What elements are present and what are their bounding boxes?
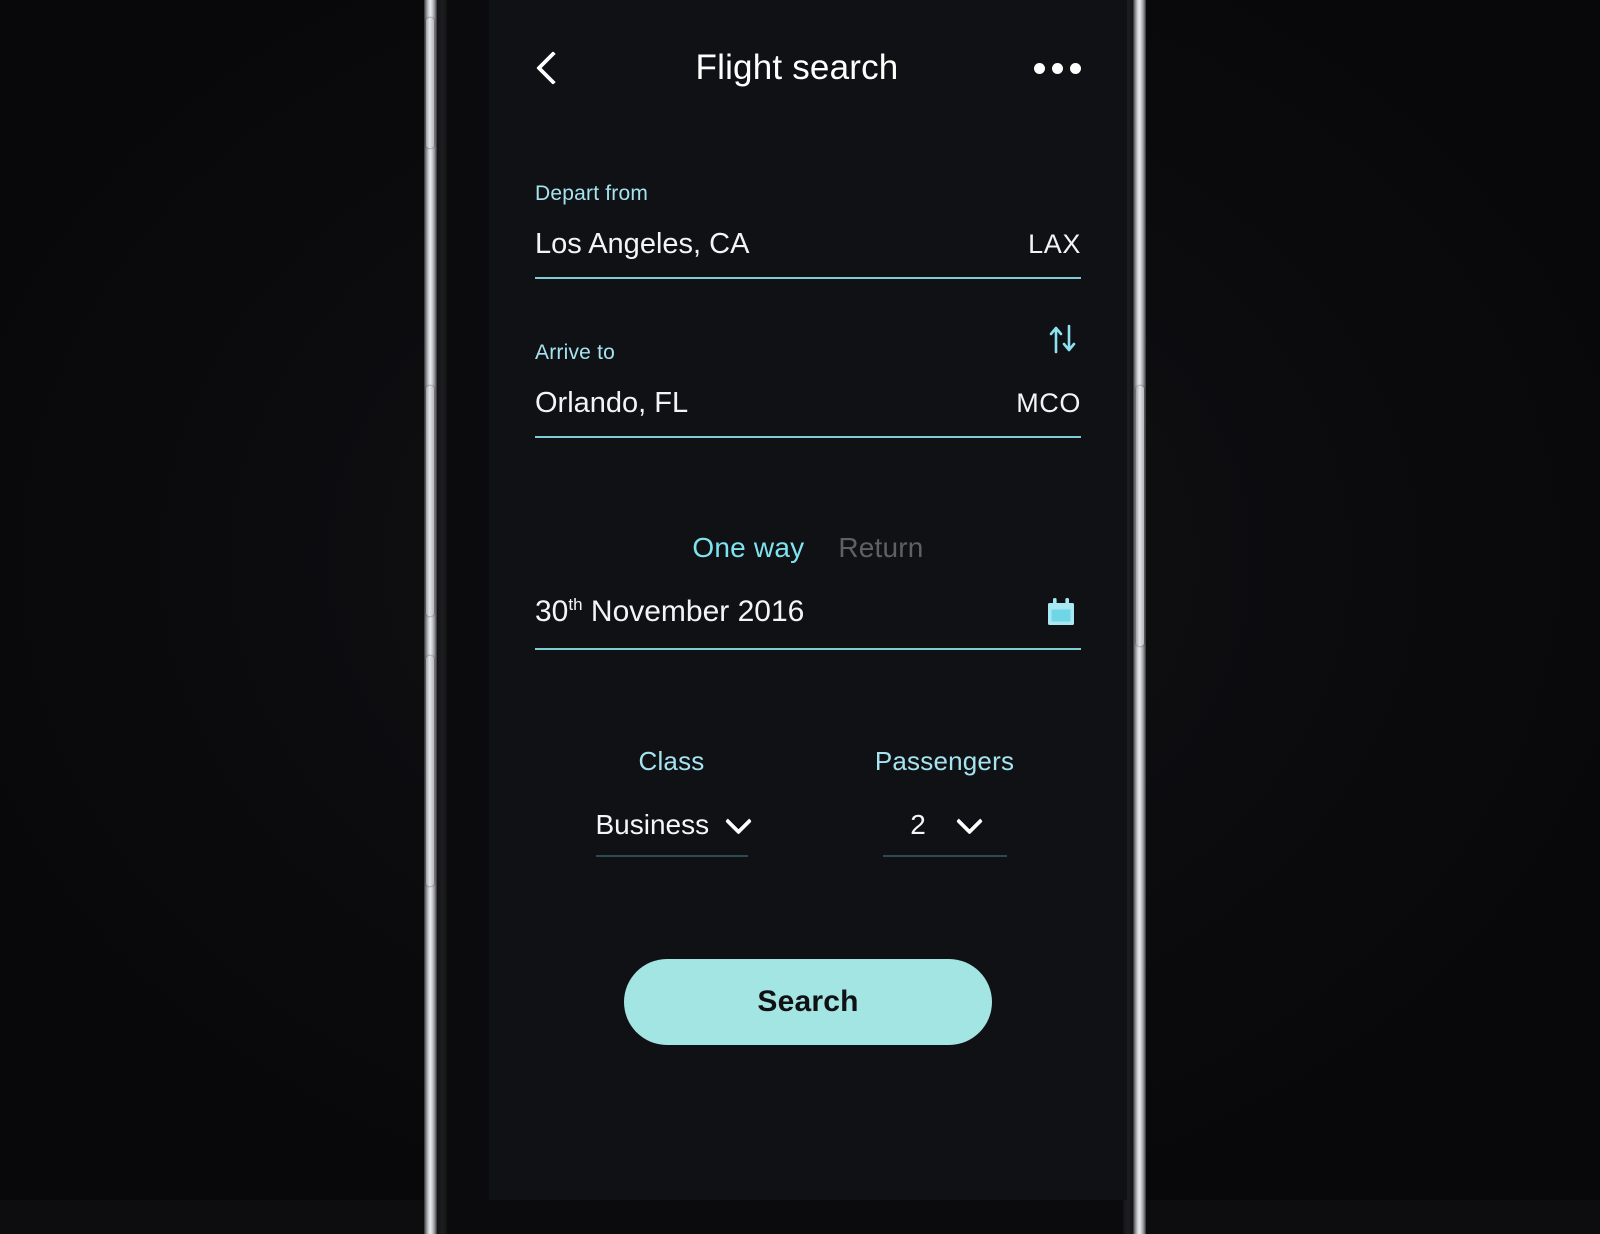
arrive-field[interactable]: Arrive to Orlando, FL MCO xyxy=(535,324,1081,438)
menu-dot xyxy=(1070,62,1081,74)
depart-airport-code: LAX xyxy=(1028,229,1081,259)
arrive-city-value: Orlando, FL xyxy=(535,387,689,419)
passengers-selector: Passengers 2 xyxy=(808,746,1081,857)
swap-vertical-icon[interactable] xyxy=(1043,319,1083,359)
search-button[interactable]: Search xyxy=(624,959,992,1045)
date-value: 30th November 2016 xyxy=(535,595,804,629)
app-header: Flight search xyxy=(489,28,1127,108)
page-title: Flight search xyxy=(695,48,899,87)
arrive-underline xyxy=(535,436,1081,438)
tab-return[interactable]: Return xyxy=(838,532,923,564)
depart-field[interactable]: Depart from Los Angeles, CA LAX xyxy=(535,182,1081,279)
phone-bezel: Flight search Depart from Los Angeles, C… xyxy=(447,0,1127,1234)
date-row[interactable]: 30th November 2016 xyxy=(535,592,1081,648)
phone-frame-inner-left xyxy=(437,0,447,1234)
arrive-label: Arrive to xyxy=(535,341,615,364)
arrive-row[interactable]: Orlando, FL MCO xyxy=(535,387,1081,436)
selectors-row: Class Business Passengers 2 xyxy=(535,746,1081,857)
arrive-airport-code: MCO xyxy=(1016,388,1081,418)
flight-search-form: Depart from Los Angeles, CA LAX Arrive t… xyxy=(535,182,1081,1045)
power-button[interactable] xyxy=(1136,386,1144,646)
volume-down-button[interactable] xyxy=(426,656,434,886)
chevron-down-icon xyxy=(724,807,752,835)
date-field[interactable]: 30th November 2016 xyxy=(535,592,1081,650)
phone-frame-left xyxy=(424,0,437,1234)
overflow-menu-icon[interactable] xyxy=(1025,45,1081,91)
flight-search-app: Flight search Depart from Los Angeles, C… xyxy=(489,0,1127,1200)
passengers-value: 2 xyxy=(910,809,926,840)
menu-dot xyxy=(1034,62,1045,74)
depart-city-value: Los Angeles, CA xyxy=(535,228,750,260)
scene: Flight search Depart from Los Angeles, C… xyxy=(0,0,1600,1234)
chevron-down-icon xyxy=(955,807,983,835)
depart-underline xyxy=(535,277,1081,279)
mute-switch[interactable] xyxy=(426,18,434,148)
phone-screen: Flight search Depart from Los Angeles, C… xyxy=(489,0,1127,1200)
search-button-wrap: Search xyxy=(535,959,1081,1045)
date-month-year: November 2016 xyxy=(582,595,805,628)
date-underline xyxy=(535,648,1081,650)
menu-dot xyxy=(1052,62,1063,74)
calendar-icon[interactable] xyxy=(1041,592,1081,632)
date-day: 30 xyxy=(535,595,569,628)
tab-one-way[interactable]: One way xyxy=(692,532,804,564)
volume-up-button[interactable] xyxy=(426,386,434,616)
passengers-dropdown[interactable]: 2 xyxy=(882,807,1007,857)
trip-type-tabs: One way Return xyxy=(535,532,1081,564)
depart-label: Depart from xyxy=(535,182,649,205)
class-label: Class xyxy=(638,746,705,776)
date-ordinal: th xyxy=(568,595,583,614)
chevron-left-icon xyxy=(536,51,570,85)
class-selector: Class Business xyxy=(535,746,808,857)
class-value: Business xyxy=(595,809,710,840)
passengers-label: Passengers xyxy=(874,746,1015,776)
phone-device: Flight search Depart from Los Angeles, C… xyxy=(424,0,1146,1234)
class-dropdown[interactable]: Business xyxy=(595,807,752,857)
depart-row[interactable]: Los Angeles, CA LAX xyxy=(535,228,1081,277)
